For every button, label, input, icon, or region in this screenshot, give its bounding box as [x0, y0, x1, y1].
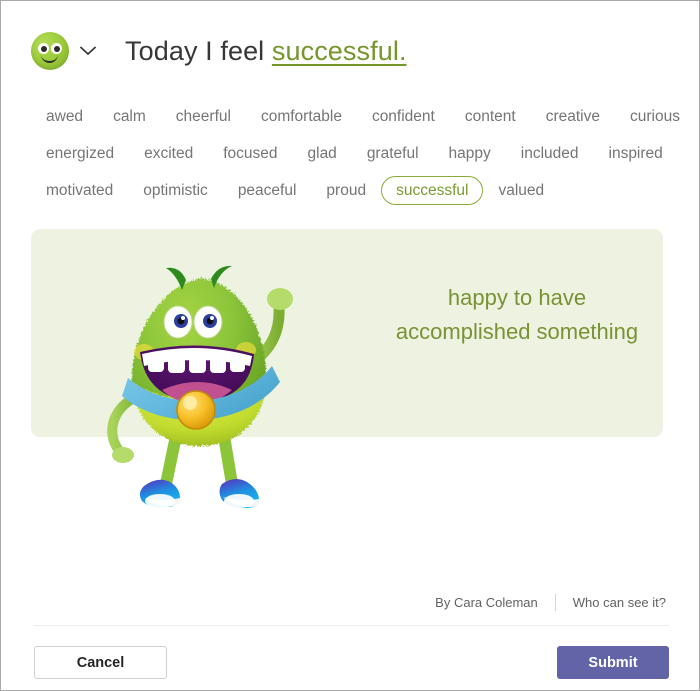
who-can-see-it-link[interactable]: Who can see it?: [573, 595, 666, 610]
page-title: Today I feel successful.: [125, 36, 407, 67]
mood-chip-successful[interactable]: successful: [381, 175, 484, 206]
monster-right-shoe: [219, 478, 260, 509]
title-prefix: Today I feel: [125, 35, 272, 66]
mood-chip-content[interactable]: content: [450, 102, 531, 132]
mood-illustration-card: happy to have accomplished something: [31, 229, 663, 437]
mood-chip-happy[interactable]: happy: [434, 139, 506, 169]
mood-chip-energized[interactable]: energized: [31, 139, 129, 169]
mood-chip-optimistic[interactable]: optimistic: [128, 176, 223, 206]
mood-chip-cheerful[interactable]: cheerful: [161, 102, 246, 132]
mood-chip-calm[interactable]: calm: [98, 102, 161, 132]
mood-chip-list: awed calm cheerful comfortable confident…: [31, 98, 680, 209]
footer-divider: [34, 625, 669, 626]
monster-left-shoe: [139, 479, 181, 508]
dialog-header: Today I feel successful.: [31, 27, 407, 75]
monster-left-hand: [112, 447, 134, 463]
mood-picker-dialog: Today I feel successful. awed calm cheer…: [0, 0, 700, 691]
mood-chip-excited[interactable]: excited: [129, 139, 208, 169]
mood-chip-confident[interactable]: confident: [357, 102, 450, 132]
submit-button[interactable]: Submit: [557, 646, 669, 679]
mood-chip-glad[interactable]: glad: [293, 139, 352, 169]
mood-chip-grateful[interactable]: grateful: [352, 139, 434, 169]
mood-row-2: energized excited focused glad grateful …: [31, 135, 671, 172]
attribution-divider: [554, 594, 556, 611]
chevron-down-icon[interactable]: [75, 32, 101, 70]
mood-chip-included[interactable]: included: [506, 139, 594, 169]
mood-chip-focused[interactable]: focused: [208, 139, 292, 169]
mood-chip-inspired[interactable]: inspired: [594, 139, 678, 169]
dialog-actions: Cancel Submit: [34, 646, 669, 679]
mood-row-3: motivated optimistic peaceful proud succ…: [31, 172, 671, 209]
mood-chip-valued[interactable]: valued: [483, 176, 559, 206]
mood-chip-creative[interactable]: creative: [531, 102, 615, 132]
selected-mood-link[interactable]: successful.: [272, 36, 407, 66]
mood-row-1: awed calm cheerful comfortable confident…: [31, 98, 680, 135]
mood-chip-peaceful[interactable]: peaceful: [223, 176, 312, 206]
mood-caption-line-2: accomplished something: [395, 319, 639, 344]
mood-chip-curious[interactable]: curious: [615, 102, 695, 132]
green-smiley-face-icon[interactable]: [31, 32, 69, 70]
mood-caption: happy to have accomplished something: [371, 281, 663, 349]
mood-chip-comfortable[interactable]: comfortable: [246, 102, 357, 132]
mood-chip-proud[interactable]: proud: [311, 176, 381, 206]
monster-right-leg: [218, 430, 238, 490]
mood-chip-awed[interactable]: awed: [31, 102, 98, 132]
mood-caption-line-1: happy to have: [447, 285, 587, 310]
attribution-bar: By Cara Coleman Who can see it?: [435, 594, 666, 611]
cancel-button[interactable]: Cancel: [34, 646, 167, 679]
smiley-mouth: [41, 52, 58, 63]
monster-left-leg: [160, 430, 182, 490]
mood-chip-motivated[interactable]: motivated: [31, 176, 128, 206]
author-label: By Cara Coleman: [435, 595, 538, 610]
